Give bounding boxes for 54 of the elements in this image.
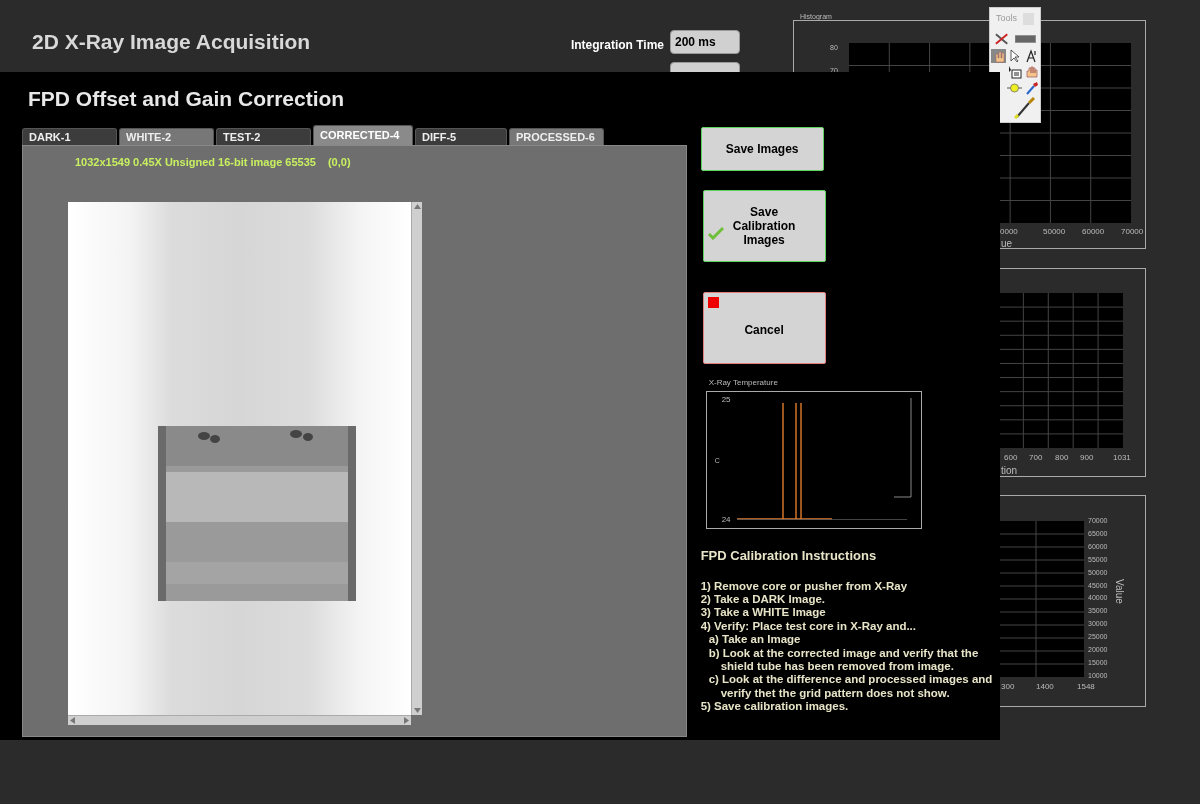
text-icon <box>1023 48 1039 63</box>
axis-tick-label: 1031 <box>1113 452 1131 464</box>
checkmark-icon <box>706 226 725 240</box>
instruction-step: 5) Save calibration images. <box>700 700 1000 714</box>
tab[interactable]: PROCESSED-6 <box>509 128 604 145</box>
menu-cursor-icon <box>1007 64 1023 79</box>
save-button[interactable]: Save Images <box>700 127 824 171</box>
stop-icon <box>707 297 719 308</box>
save-button[interactable]: Save Calibration Images <box>702 190 826 262</box>
left-arrow-icon <box>68 715 77 725</box>
axis-tick-label: 800 <box>1055 452 1069 464</box>
dialog-title: FPD Offset and Gain Correction <box>28 86 345 112</box>
axis-label: ue <box>1001 237 1013 251</box>
image-info-text: 1032x1549 0.45X Unsigned 16-bit image 65535 <box>75 155 316 170</box>
right-arrow-icon <box>402 715 411 725</box>
axis-tick-label: 0000 <box>1000 226 1018 238</box>
vertical-scrollbar[interactable] <box>411 201 422 715</box>
axis-tick-label: 60000 <box>1082 226 1105 238</box>
axis-tick-label: 70000 <box>1121 226 1144 238</box>
tab[interactable]: TEST-2 <box>216 128 311 145</box>
brush-icon <box>1014 97 1036 119</box>
instructions-heading: FPD Calibration Instructions <box>700 547 878 565</box>
axis-tick-label: 50000 <box>1043 226 1066 238</box>
axis-label: Value <box>1112 579 1126 604</box>
axis-label: tion <box>1001 464 1018 478</box>
field-label: Integration Time <box>569 37 664 54</box>
app-title: 2D X-Ray Image Acquisition <box>32 29 311 55</box>
instruction-step: 2) Take a DARK Image. <box>700 592 1000 607</box>
tab[interactable]: DARK-1 <box>22 128 117 145</box>
instruction-step: a) Take an Image <box>700 633 1000 647</box>
tab[interactable]: WHITE-2 <box>119 128 214 145</box>
palette-title: Tools <box>996 12 1017 26</box>
axis-tick-label: 900 <box>1080 452 1094 464</box>
cursor-coordinates: (0,0) <box>327 155 351 170</box>
horizontal-scrollbar[interactable] <box>68 714 411 725</box>
axis-tick-label: 1548 <box>1077 681 1095 693</box>
up-arrow-icon <box>412 201 422 211</box>
axis-tick-label: 700 <box>1029 452 1043 464</box>
axis-tick-label: 24 <box>721 514 731 526</box>
down-arrow-icon <box>412 705 422 715</box>
cancel-button[interactable]: Cancel <box>702 292 826 364</box>
integration-time-field[interactable]: 200 ms <box>670 30 740 54</box>
axis-tick-label: 600 <box>1004 452 1018 464</box>
axis-tick-label: 25 <box>721 394 731 406</box>
axis-tick-label: 300 <box>1001 681 1015 693</box>
instruction-step: 3) Take a WHITE Image <box>700 606 1000 620</box>
chart-title: X-Ray Temperature <box>708 377 778 389</box>
axis-tick-label: 1400 <box>1036 681 1054 693</box>
tab[interactable]: DIFF-5 <box>415 128 507 145</box>
instruction-step: b) Look at the corrected image and verify that the shield tube has been removed from image. <box>700 646 1000 674</box>
instruction-step: 4) Verify: Place test core in X-Ray and... <box>700 619 1000 634</box>
instruction-step: 1) Remove core or pusher from X-Ray <box>700 579 1000 593</box>
dropper-icon <box>1023 80 1039 95</box>
instruction-step: c) Look at the difference and processed images and verify thet the grid pattern does not show. <box>700 673 1000 701</box>
